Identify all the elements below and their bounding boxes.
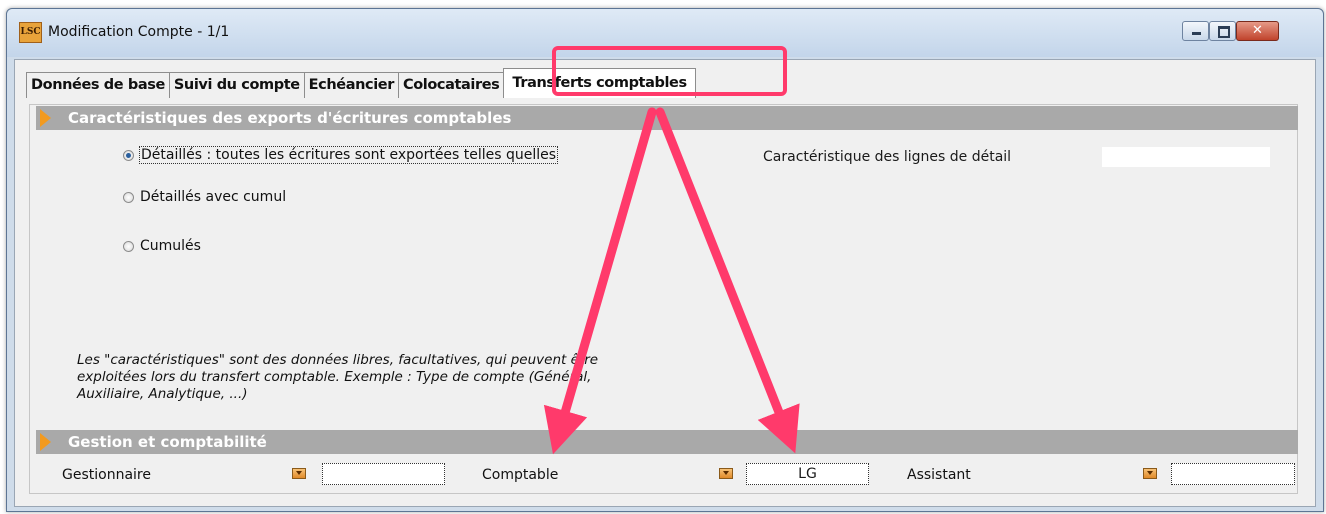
annotation-arrow-to-comptable-label bbox=[543, 107, 657, 455]
annotation-arrows bbox=[543, 107, 800, 455]
annotation-arrow-to-comptable-field bbox=[655, 107, 800, 454]
